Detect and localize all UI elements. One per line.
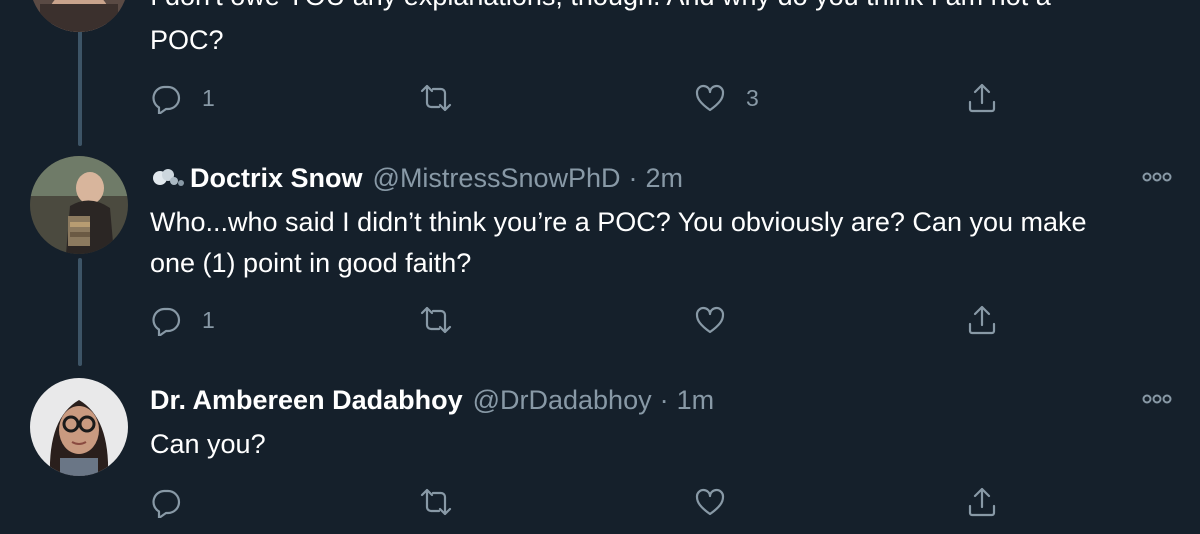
tweet-header: Doctrix Snow @MistressSnowPhD · 2m <box>150 158 1172 198</box>
tweet-text: Can you? <box>150 429 266 459</box>
like-button[interactable]: 3 <box>694 78 759 118</box>
share-button[interactable] <box>966 482 998 522</box>
tweet-header: Dr. Ambereen Dadabhoy @DrDadabhoy · 1m <box>150 380 1172 420</box>
like-count: 3 <box>746 84 759 111</box>
like-icon <box>695 488 725 516</box>
like-icon <box>695 84 725 112</box>
reply-count: 1 <box>202 306 215 333</box>
retweet-button[interactable] <box>420 300 452 340</box>
thread-line <box>78 258 82 366</box>
avatar[interactable] <box>30 0 128 32</box>
separator: · <box>659 384 669 415</box>
tweet-text: POC? <box>150 25 224 55</box>
reply-icon <box>152 489 181 518</box>
more-options-button[interactable] <box>1142 170 1172 184</box>
author-handle[interactable]: @MistressSnowPhD <box>373 163 621 194</box>
snowflake-emoji-icon <box>153 169 184 186</box>
tweet-text-line-2: one (1) point in good faith? <box>150 248 472 278</box>
reply-button[interactable]: 1 <box>150 78 215 118</box>
tweet-text-partial: I don't owe YOU any explanations, though… <box>150 0 1051 17</box>
share-icon <box>968 487 996 517</box>
retweet-icon <box>420 84 452 112</box>
reply-icon <box>152 85 181 114</box>
timestamp[interactable]: 1m <box>677 385 715 416</box>
retweet-icon <box>420 306 452 334</box>
reply-button[interactable] <box>150 482 182 522</box>
retweet-button[interactable] <box>420 482 452 522</box>
author-name[interactable]: Doctrix Snow <box>190 163 363 194</box>
like-button[interactable] <box>694 300 726 340</box>
more-options-button[interactable] <box>1142 392 1172 406</box>
author-name[interactable]: Dr. Ambereen Dadabhoy <box>150 385 463 416</box>
avatar[interactable] <box>30 378 128 476</box>
share-icon <box>968 83 996 113</box>
like-icon <box>695 306 725 334</box>
avatar[interactable] <box>30 156 128 254</box>
timestamp[interactable]: 2m <box>646 163 684 194</box>
author-handle[interactable]: @DrDadabhoy <box>473 385 652 416</box>
separator: · <box>628 162 638 193</box>
share-icon <box>968 305 996 335</box>
reply-icon <box>152 307 181 336</box>
tweet-text-line-1: Who...who said I didn’t think you’re a P… <box>150 207 1087 237</box>
like-button[interactable] <box>694 482 726 522</box>
more-options-icon <box>1142 394 1172 404</box>
reply-count: 1 <box>202 84 215 111</box>
share-button[interactable] <box>966 300 998 340</box>
reply-button[interactable]: 1 <box>150 300 215 340</box>
more-options-icon <box>1142 172 1172 182</box>
retweet-icon <box>420 488 452 516</box>
share-button[interactable] <box>966 78 998 118</box>
retweet-button[interactable] <box>420 78 452 118</box>
